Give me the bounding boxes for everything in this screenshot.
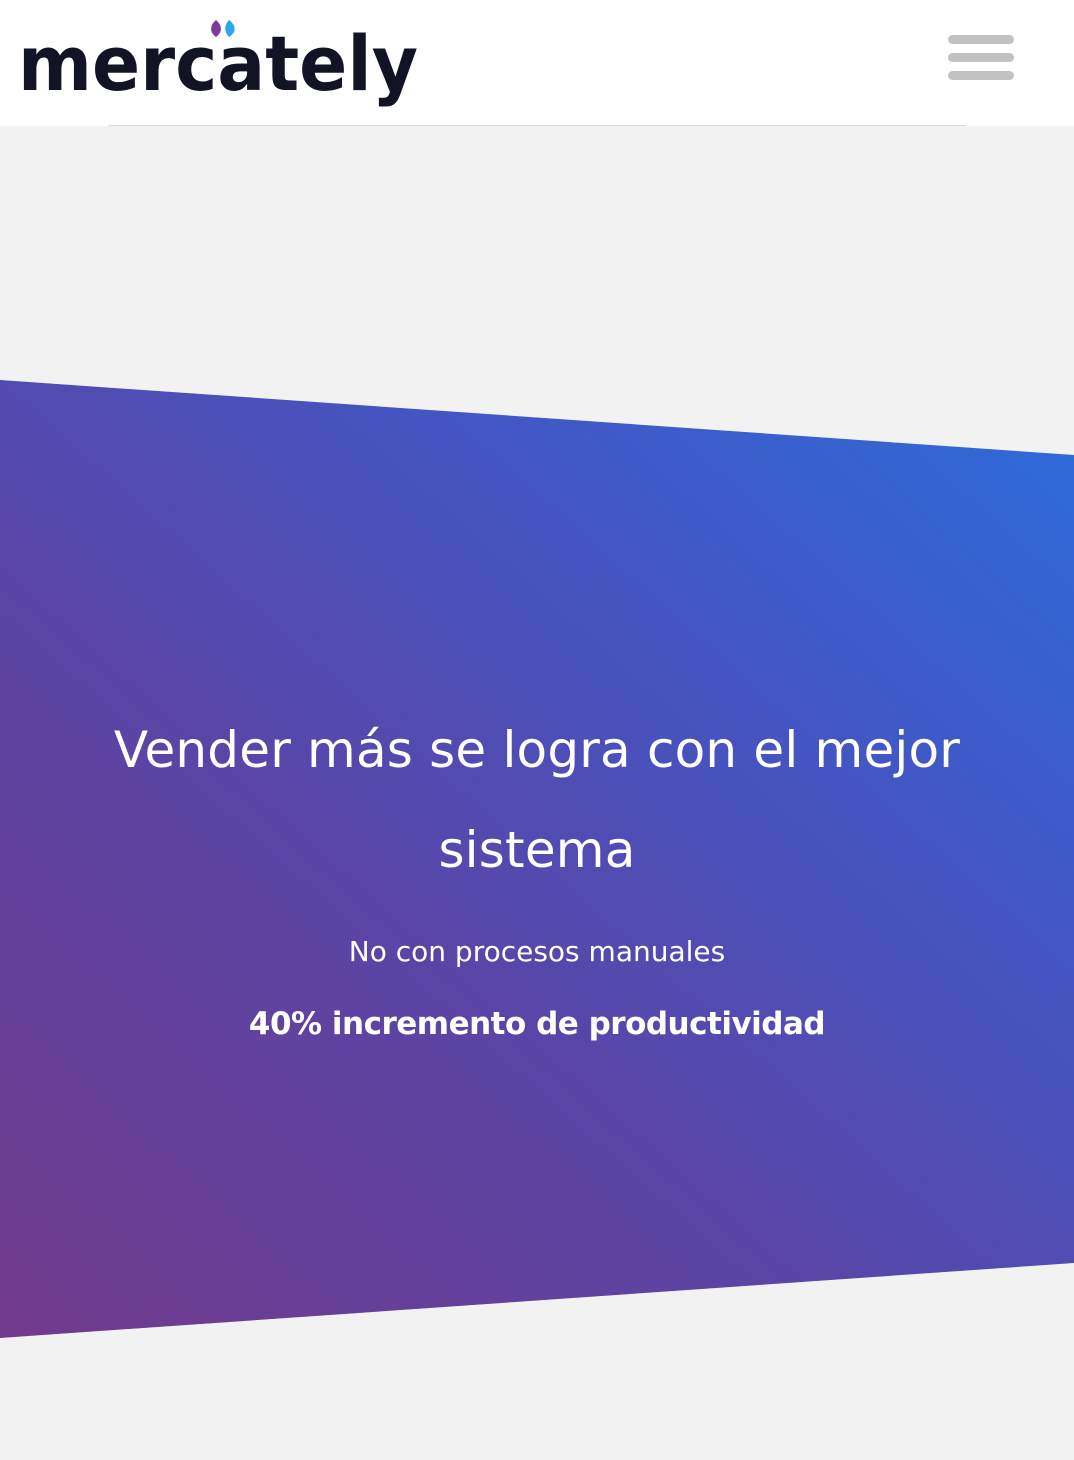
mercately-logo-mark: mercately [18, 19, 418, 108]
hero-title: Vender más se logra con el mejor sistema [113, 721, 961, 879]
hamburger-menu-icon[interactable] [946, 32, 1016, 84]
menu-bar-bottom [948, 71, 1014, 80]
hero-highlight: 40% incremento de productividad [248, 1006, 826, 1042]
menu-bar-middle [948, 53, 1014, 62]
hero-subtitle: No con procesos manuales [348, 935, 726, 968]
mercately-logo[interactable]: mercately [18, 14, 428, 114]
menu-bar-top [948, 35, 1014, 44]
site-header: mercately [0, 0, 1074, 126]
header-divider [108, 125, 966, 126]
